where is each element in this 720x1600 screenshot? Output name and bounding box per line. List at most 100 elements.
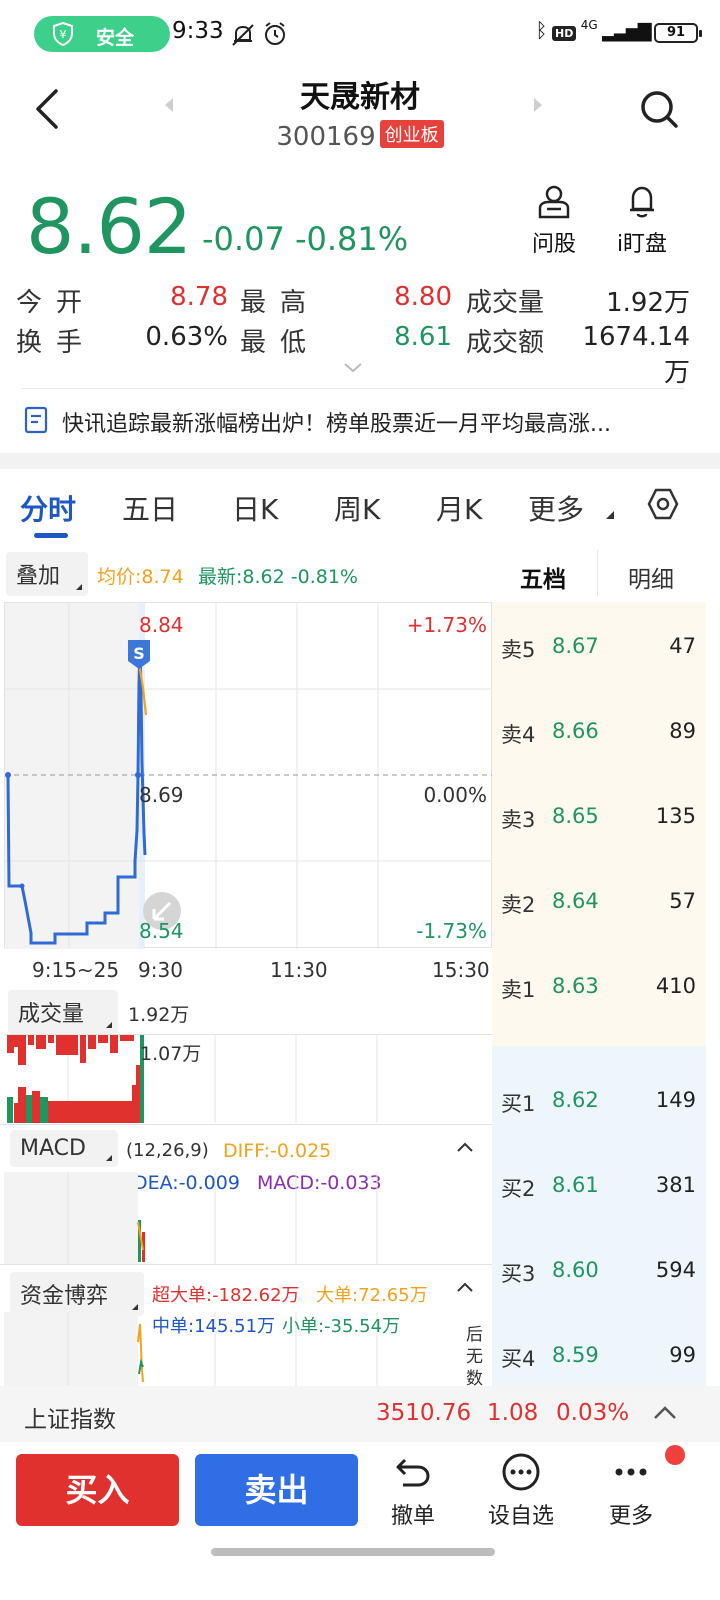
battery-icon: 91	[654, 23, 702, 43]
volume-chart[interactable]: 1.07万	[4, 1034, 492, 1124]
stat-label-amount: 成交额	[466, 328, 545, 358]
level-price: 8.61	[552, 1173, 599, 1197]
axis-pct-high: +1.73%	[406, 613, 487, 637]
index-value: 3510.76	[376, 1400, 472, 1426]
volume-chart-svg	[7, 1035, 378, 1123]
level-label: 买2	[501, 1177, 536, 1201]
time-label-close: 15:30	[432, 958, 490, 982]
level-volume: 410	[655, 974, 696, 998]
tab-daily-k[interactable]: 日K	[232, 488, 278, 528]
macd-dropdown[interactable]: MACD	[10, 1130, 118, 1167]
level-label: 买3	[501, 1262, 536, 1286]
collapse-chevron-icon[interactable]	[455, 1280, 475, 1294]
axis-pct-low: -1.73%	[416, 919, 487, 943]
current-price: 8.62	[26, 182, 192, 271]
stat-value-volume: 1.92万	[606, 288, 690, 318]
board-tag: 创业板	[379, 120, 444, 148]
axis-price-high: 8.84	[139, 613, 184, 637]
watch-market-button[interactable]: i盯盘	[606, 184, 678, 258]
time-label-noon: 11:30	[270, 958, 328, 982]
intraday-chart[interactable]: S 8.84 8.69 8.54 +1.73% 0.00% -1.73%	[4, 602, 493, 949]
svg-text:¥: ¥	[60, 28, 67, 41]
funds-label: 资金博弈	[20, 1284, 109, 1309]
collapse-chevron-icon[interactable]	[455, 1140, 475, 1154]
active-tab-indicator	[34, 533, 68, 538]
macd-chart[interactable]	[4, 1172, 492, 1264]
add-watchlist-button[interactable]: 设自选	[476, 1452, 566, 1530]
search-icon[interactable]	[638, 88, 680, 130]
divider	[0, 1264, 492, 1265]
time-label-open: 9:30	[138, 958, 183, 982]
security-status-pill[interactable]: ¥ 安全	[34, 16, 170, 52]
price-change: -0.07 -0.81%	[202, 220, 408, 258]
overlay-dropdown[interactable]: 叠加	[6, 552, 88, 596]
funds-dropdown[interactable]: 资金博弈	[10, 1272, 144, 1316]
home-indicator[interactable]	[211, 1548, 495, 1556]
level-label: 卖5	[501, 638, 536, 662]
level-price: 8.60	[552, 1258, 599, 1282]
tab-five-levels[interactable]: 五档	[520, 560, 566, 594]
funds-large: 大单:72.65万	[316, 1285, 428, 1306]
level-volume: 47	[669, 634, 696, 658]
level-price: 8.66	[552, 719, 599, 743]
sell-button[interactable]: 卖出	[195, 1454, 358, 1526]
funds-chart[interactable]: 中单:145.51万 小单:-35.54万 后 无 数	[4, 1312, 492, 1389]
cancel-order-button[interactable]: 撤单	[368, 1452, 458, 1530]
news-ticker[interactable]: 快讯追踪最新涨幅榜出炉！榜单股票近一月平均最高涨...	[0, 388, 720, 452]
level-label: 卖3	[501, 808, 536, 832]
level-label: 卖2	[501, 893, 536, 917]
stat-label-turnover: 换手	[16, 328, 97, 358]
tab-intraday[interactable]: 分时	[20, 488, 76, 528]
expand-chevron-icon[interactable]	[343, 362, 363, 374]
level-volume: 57	[669, 889, 696, 913]
volume-scale: 1.07万	[140, 1043, 202, 1065]
ask-stock-button[interactable]: 问股	[522, 184, 586, 258]
clock: 9:33	[172, 18, 224, 44]
index-ticker-bar[interactable]: 上证指数 3510.76 1.08 0.03%	[0, 1386, 720, 1442]
stock-code: 300169	[276, 122, 376, 152]
network-type: 4G	[580, 18, 598, 32]
level-price: 8.59	[552, 1343, 599, 1367]
stat-value-low: 8.61	[394, 322, 452, 352]
open-point	[5, 772, 11, 778]
bottom-toolbar: 买入 卖出 撤单 设自选 更多	[0, 1442, 720, 1600]
change-percent: -0.81%	[294, 220, 409, 258]
bluetooth-icon: ᛒ	[535, 18, 548, 42]
system-indicators: ᛒ HD 4G ▂▃▅▇ 91	[535, 18, 702, 43]
more-button[interactable]: 更多	[586, 1452, 676, 1530]
level-price: 8.62	[552, 1088, 599, 1112]
undo-icon	[396, 1458, 430, 1487]
funds-note: 后 无 数	[466, 1324, 483, 1390]
tab-detail[interactable]: 明细	[628, 560, 674, 594]
volume-value: 1.92万	[128, 1004, 190, 1026]
tab-more[interactable]: 更多	[528, 488, 584, 528]
axis-pct-mid: 0.00%	[423, 783, 487, 807]
stock-code-row: 300169 创业板	[0, 120, 720, 152]
expand-up-icon[interactable]	[652, 1404, 678, 1422]
macd-diff: DIFF:-0.025	[223, 1140, 332, 1162]
index-change: 1.08	[487, 1400, 539, 1426]
index-percent: 0.03%	[556, 1400, 630, 1426]
level-price: 8.67	[552, 634, 599, 658]
level-volume: 99	[669, 1343, 696, 1367]
funds-medium: 中单:145.51万	[152, 1316, 276, 1337]
tab-five-day[interactable]: 五日	[122, 488, 178, 528]
settings-icon[interactable]	[646, 487, 680, 521]
signal-icon: ▂▃▅▇	[602, 21, 651, 42]
stat-label-high: 最高	[240, 288, 321, 318]
stock-name: 天晟新材	[300, 80, 420, 115]
tab-monthly-k[interactable]: 月K	[436, 488, 482, 528]
volume-dropdown[interactable]: 成交量	[8, 990, 118, 1034]
intraday-chart-svg: S	[5, 603, 493, 949]
tab-divider	[597, 550, 598, 596]
alarm-icon	[265, 22, 285, 45]
level-price: 8.63	[552, 974, 599, 998]
buy-button[interactable]: 买入	[16, 1454, 179, 1526]
tab-weekly-k[interactable]: 周K	[334, 488, 380, 528]
volume-label: 成交量	[18, 1002, 85, 1027]
stat-value-open: 8.78	[170, 282, 228, 312]
mute-bell-icon	[232, 24, 254, 46]
notification-dot	[665, 1445, 685, 1465]
macd-chart-svg	[4, 1172, 378, 1264]
safe-label: 安全	[96, 27, 135, 49]
